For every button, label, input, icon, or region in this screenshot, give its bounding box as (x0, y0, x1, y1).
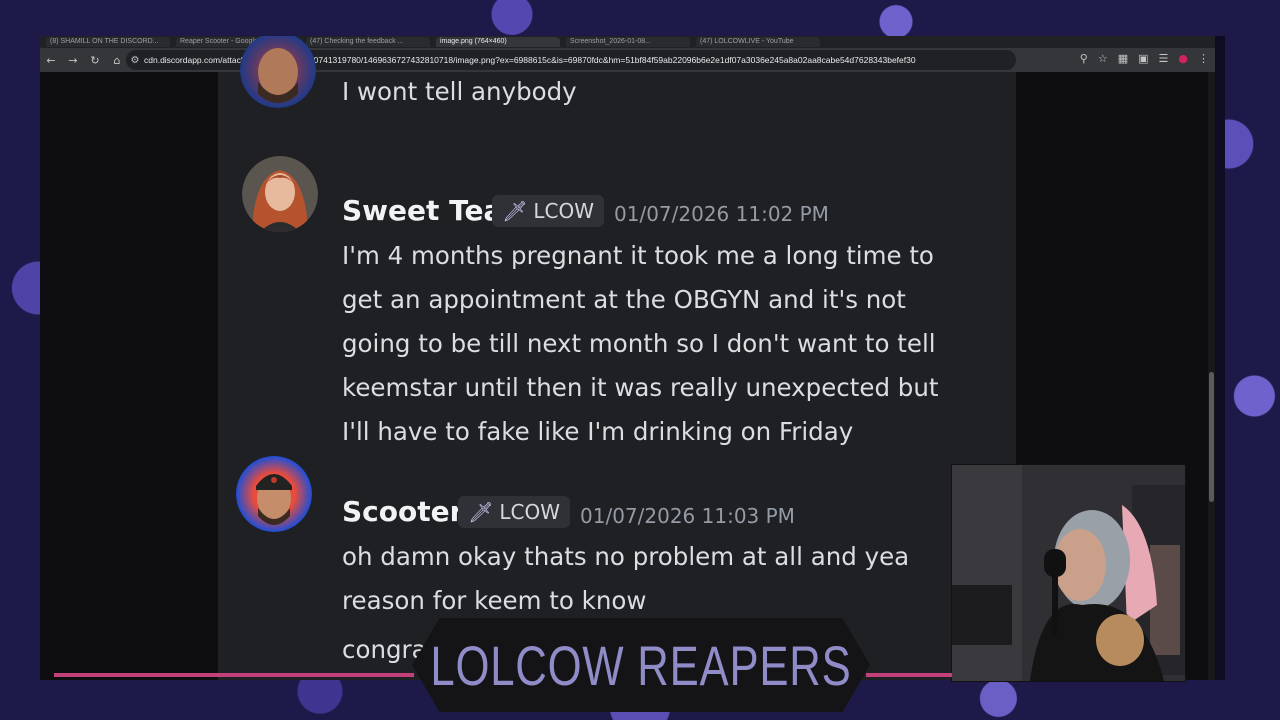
scrollbar[interactable] (1208, 72, 1215, 680)
tab-1[interactable]: (8) SHAMILL ON THE DISCORD... (46, 37, 170, 47)
toolbar-icons: ⚲ ☆ ▦ ▣ ☰ ● ⋮ (1080, 52, 1209, 65)
author-name[interactable]: Scooter (342, 495, 463, 528)
scroll-thumb[interactable] (1209, 372, 1214, 502)
extensions-icon[interactable]: ▦ (1118, 52, 1128, 65)
tab-6[interactable]: (47) LOLCOWLIVE - YouTube (696, 37, 820, 47)
message-text: I wont tell anybody (342, 77, 577, 106)
sword-icon: 🗡 (468, 500, 494, 524)
menu-icon[interactable]: ⋮ (1198, 52, 1209, 65)
message-timestamp: 01/07/2026 11:03 PM (580, 504, 795, 528)
reload-icon[interactable]: ↻ (84, 54, 106, 67)
bookmark-star-icon[interactable]: ☆ (1098, 52, 1108, 65)
message-line: oh damn okay thats no problem at all and… (342, 542, 910, 571)
webcam-overlay (951, 464, 1186, 682)
logo-text: LOLCOW REAPERS (430, 633, 852, 697)
media-icon[interactable]: ☰ (1159, 52, 1169, 65)
message-line: I'll have to fake like I'm drinking on F… (342, 417, 854, 446)
message-timestamp: 01/07/2026 11:02 PM (614, 202, 829, 226)
badge-label: LCOW (533, 199, 595, 223)
tab-3[interactable]: (47) Checking the feedback ... (306, 37, 430, 47)
message-line: get an appointment at the OBGYN and it's… (342, 285, 906, 314)
sidebar-icon[interactable]: ▣ (1138, 52, 1148, 65)
avatar (240, 36, 316, 108)
zoom-icon[interactable]: ⚲ (1080, 52, 1088, 65)
avatar (242, 156, 318, 232)
home-icon[interactable]: ⌂ (106, 54, 128, 67)
message-line: I'm 4 months pregnant it took me a long … (342, 241, 934, 270)
tab-bar: (8) SHAMILL ON THE DISCORD... Reaper Sco… (40, 36, 1215, 48)
progress-accent-right (866, 673, 952, 677)
webcam-image (952, 465, 1185, 681)
role-badge: 🗡 LCOW (492, 195, 605, 227)
author-name[interactable]: Sweet Tea (342, 194, 502, 227)
avatar (236, 456, 312, 532)
address-bar: ← → ↻ ⌂ ⚙ cdn.discordapp.com/attachments… (40, 48, 1215, 72)
channel-logo: LOLCOW REAPERS (412, 618, 870, 712)
message-line: keemstar until then it was really unexpe… (342, 373, 939, 402)
progress-accent-left (54, 673, 414, 677)
tab-4[interactable]: image.png (764×460) (436, 37, 560, 47)
discord-screenshot: I wont tell anybody Sweet Tea 🗡 LCOW 01/… (218, 36, 1016, 680)
tab-5[interactable]: Screenshot_2026-01-08... (566, 37, 690, 47)
role-badge: 🗡 LCOW (458, 496, 571, 528)
badge-label: LCOW (499, 500, 561, 524)
profile-icon[interactable]: ● (1178, 52, 1188, 65)
sword-icon: 🗡 (502, 199, 528, 223)
forward-icon[interactable]: → (62, 54, 84, 67)
stream-frame (1215, 36, 1225, 680)
message-line: going to be till next month so I don't w… (342, 329, 936, 358)
back-icon[interactable]: ← (40, 54, 62, 67)
site-info-icon[interactable]: ⚙ (126, 55, 144, 66)
message-line: reason for keem to know (342, 586, 647, 615)
